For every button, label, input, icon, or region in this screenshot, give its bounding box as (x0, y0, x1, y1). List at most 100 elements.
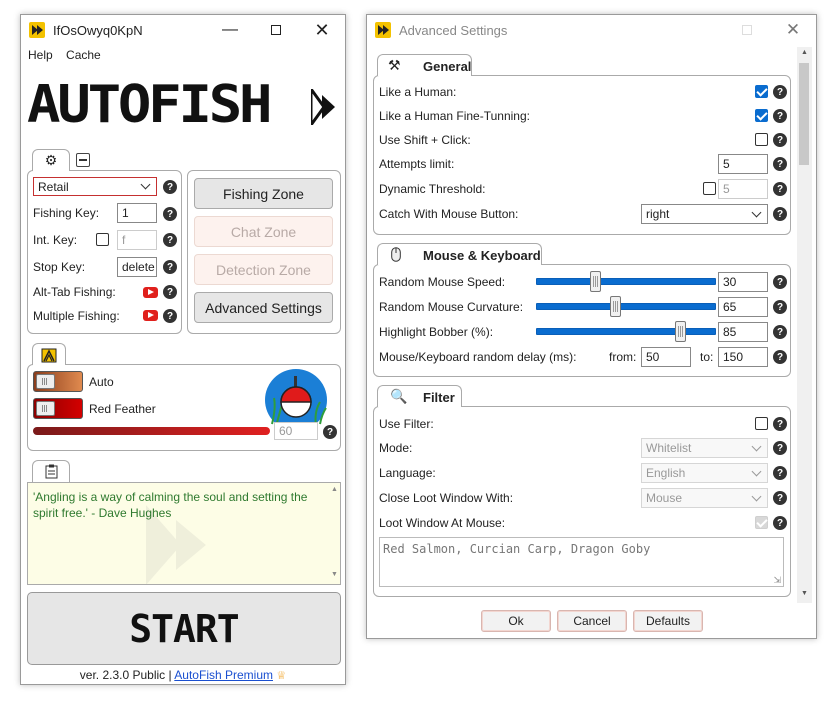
scroll-down-icon[interactable]: ▼ (801, 590, 808, 597)
version-label: ver. 2.3.0 Public | (79, 668, 172, 682)
help-icon[interactable]: ? (773, 516, 787, 530)
tab-mouse-keyboard: Mouse & Keyboard (377, 243, 542, 265)
red-feather-toggle[interactable] (33, 398, 83, 419)
resize-grip-icon[interactable]: ⇲ (773, 575, 781, 586)
attempts-input[interactable]: 5 (718, 154, 768, 174)
tab-settings[interactable]: ⚙ (32, 149, 70, 171)
advanced-scrollbar[interactable]: ▲ ▼ (797, 47, 812, 603)
menu-cache[interactable]: Cache (66, 48, 101, 62)
close-loot-label: Close Loot Window With: (379, 491, 514, 505)
help-icon[interactable]: ? (773, 207, 787, 221)
language-select[interactable]: English (641, 463, 768, 483)
use-filter-checkbox[interactable] (755, 417, 768, 430)
highlight-bobber-slider[interactable] (536, 328, 716, 335)
help-icon[interactable]: ? (773, 417, 787, 431)
youtube-icon[interactable] (143, 310, 158, 321)
help-icon[interactable]: ? (163, 260, 177, 274)
close-button[interactable]: ✕ (299, 15, 345, 45)
minimize-button[interactable]: — (207, 15, 253, 45)
tab-collapse[interactable] (76, 153, 90, 167)
help-icon[interactable]: ? (773, 350, 787, 364)
close-button[interactable]: ✕ (770, 15, 816, 45)
highlight-bobber-thumb[interactable] (674, 321, 686, 342)
fishing-key-input[interactable]: 1 (117, 203, 157, 223)
help-icon[interactable]: ? (163, 285, 177, 299)
stop-key-input[interactable]: delete (117, 257, 157, 277)
dynamic-threshold-checkbox[interactable] (703, 182, 716, 195)
maximize-button[interactable] (724, 15, 770, 45)
mouse-curvature-thumb[interactable] (610, 296, 622, 317)
start-button[interactable]: START (27, 592, 341, 665)
like-human-checkbox[interactable] (755, 85, 768, 98)
ok-button[interactable]: Ok (481, 610, 551, 632)
cancel-button[interactable]: Cancel (557, 610, 627, 632)
tab-lure[interactable] (32, 343, 66, 365)
lure-progress-bar (33, 427, 270, 435)
quote-panel[interactable]: 'Angling is a way of calming the soul an… (27, 482, 341, 585)
help-icon[interactable]: ? (163, 233, 177, 247)
help-icon[interactable]: ? (773, 325, 787, 339)
quote-scrollbar[interactable]: ▲ ▼ (328, 483, 340, 584)
detection-zone-button[interactable]: Detection Zone (194, 254, 333, 285)
mouse-curvature-slider[interactable] (536, 303, 716, 310)
loot-list-text: Red Salmon, Curcian Carp, Dragon Goby (383, 542, 651, 556)
logo-text: AUTOFISH (27, 75, 273, 135)
delay-from-input[interactable]: 50 (641, 347, 691, 367)
defaults-button[interactable]: Defaults (633, 610, 703, 632)
language-label: Language: (379, 466, 436, 480)
catch-button-select[interactable]: right (641, 204, 768, 224)
tools-icon: ⚒ (388, 57, 401, 73)
language-value: English (646, 466, 686, 480)
chat-zone-button[interactable]: Chat Zone (194, 216, 333, 247)
help-icon[interactable]: ? (773, 441, 787, 455)
help-icon[interactable]: ? (773, 275, 787, 289)
youtube-icon[interactable] (143, 287, 158, 298)
menu-help[interactable]: Help (28, 48, 53, 62)
preset-select[interactable]: Retail (33, 177, 157, 196)
int-key-checkbox[interactable] (96, 233, 109, 246)
help-icon[interactable]: ? (323, 425, 337, 439)
scroll-thumb[interactable] (799, 63, 809, 165)
close-loot-select[interactable]: Mouse (641, 488, 768, 508)
auto-toggle[interactable] (33, 371, 83, 392)
help-icon[interactable]: ? (773, 300, 787, 314)
advanced-titlebar[interactable]: Advanced Settings ✕ (367, 15, 816, 45)
multiple-fishing-label: Multiple Fishing: (33, 309, 120, 323)
scroll-up-icon[interactable]: ▲ (801, 49, 808, 56)
dynamic-threshold-input[interactable]: 5 (718, 179, 768, 199)
help-icon[interactable]: ? (773, 85, 787, 99)
mouse-speed-thumb[interactable] (590, 271, 602, 292)
main-titlebar[interactable]: IfOsOwyq0KpN — ✕ (21, 15, 345, 45)
help-icon[interactable]: ? (773, 157, 787, 171)
loot-list-textarea[interactable]: Red Salmon, Curcian Carp, Dragon Goby ⇲ (379, 537, 784, 587)
mouse-speed-input[interactable]: 30 (718, 272, 768, 292)
mode-select[interactable]: Whitelist (641, 438, 768, 458)
mouse-curvature-input[interactable]: 65 (718, 297, 768, 317)
mouse-speed-label: Random Mouse Speed: (379, 275, 506, 289)
help-icon[interactable]: ? (773, 133, 787, 147)
help-icon[interactable]: ? (773, 182, 787, 196)
loot-at-mouse-checkbox[interactable] (755, 516, 768, 529)
shift-click-checkbox[interactable] (755, 133, 768, 146)
help-icon[interactable]: ? (773, 466, 787, 480)
advanced-settings-button[interactable]: Advanced Settings (194, 292, 333, 323)
maximize-button[interactable] (253, 15, 299, 45)
int-key-input[interactable]: f (117, 230, 157, 250)
lure-progress-value[interactable]: 60 (274, 422, 318, 440)
help-icon[interactable]: ? (163, 180, 177, 194)
advanced-settings-window: Advanced Settings ✕ ▲ ▼ ⚒ General Like a… (366, 14, 817, 639)
premium-link[interactable]: AutoFish Premium (174, 668, 273, 682)
help-icon[interactable]: ? (163, 207, 177, 221)
menu-bar: Help Cache (28, 48, 101, 62)
mouse-speed-slider[interactable] (536, 278, 716, 285)
help-icon[interactable]: ? (773, 491, 787, 505)
delay-to-input[interactable]: 150 (718, 347, 768, 367)
logo-arrows-icon (311, 89, 335, 125)
help-icon[interactable]: ? (163, 309, 177, 323)
fishing-zone-button[interactable]: Fishing Zone (194, 178, 333, 209)
tab-notes[interactable] (32, 460, 70, 482)
highlight-bobber-input[interactable]: 85 (718, 322, 768, 342)
chevron-down-icon (751, 441, 762, 451)
help-icon[interactable]: ? (773, 109, 787, 123)
fine-tuning-checkbox[interactable] (755, 109, 768, 122)
